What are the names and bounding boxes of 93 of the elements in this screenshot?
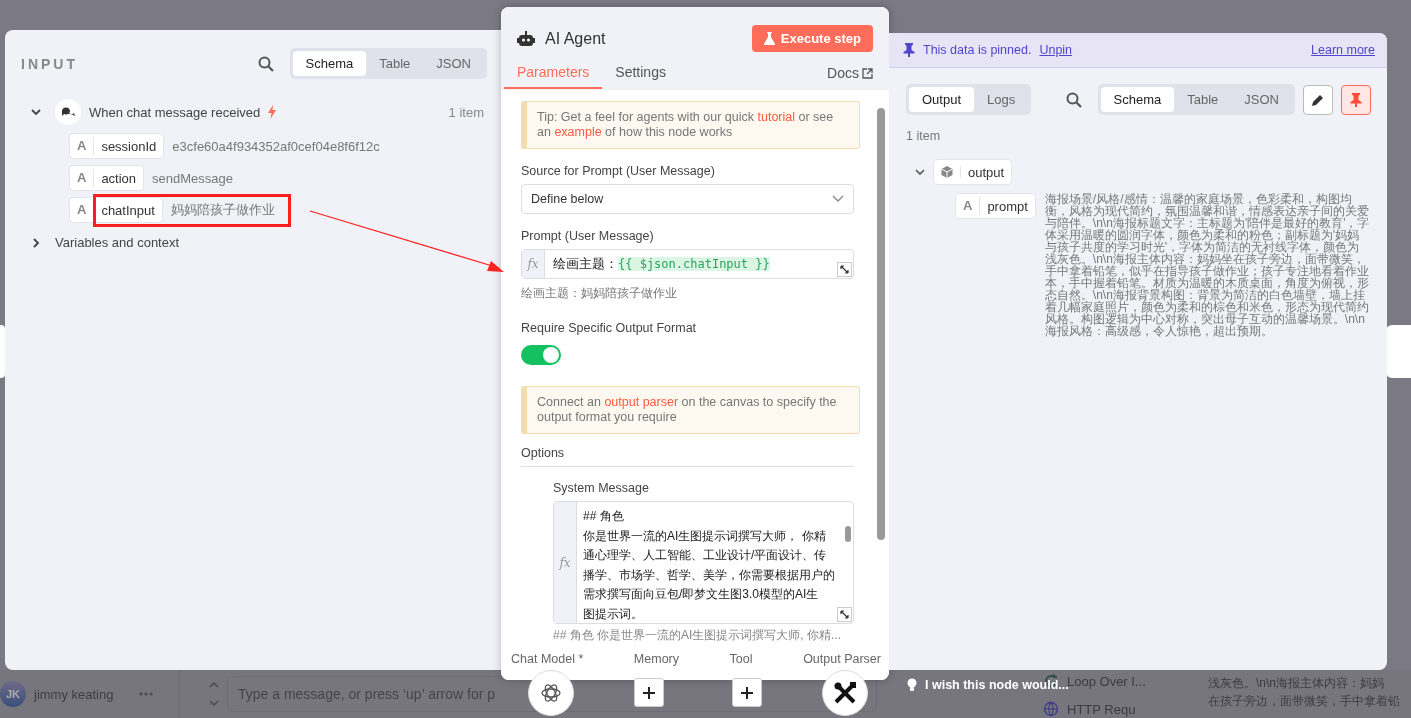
field-label: Require Specific Output Format bbox=[521, 321, 698, 335]
field-name: chatInput bbox=[100, 202, 156, 218]
lightbulb-icon bbox=[907, 678, 917, 692]
view-tab[interactable]: Table bbox=[366, 51, 424, 76]
scrollbar[interactable] bbox=[845, 526, 851, 542]
field-name: sessionId bbox=[100, 138, 158, 154]
tip-link[interactable]: example bbox=[554, 125, 602, 139]
pencil-icon bbox=[1311, 92, 1325, 107]
plus-icon bbox=[740, 685, 754, 700]
field-name: prompt bbox=[986, 198, 1029, 214]
trigger-name: When chat message received bbox=[89, 104, 261, 120]
message-line: ## 角色 bbox=[583, 508, 624, 525]
pinned-text: This data is pinned. bbox=[923, 43, 1032, 57]
message-line: 通心理学、人工智能、工业设计/平面设计、传 bbox=[583, 547, 827, 564]
notice-link[interactable]: output parser bbox=[604, 395, 679, 409]
plus-icon bbox=[642, 685, 656, 700]
field-value: 海报场景/风格/感情：温馨的家庭场景，色彩柔和，构图均衡，风格为现代简约，氛围温馨和谐，情感表达亲子间的关爱与陪伴。\n\n海报标题文字：主标题为'陪伴是最好的教育'，字体采用温暖的圆润字体，颜色为柔和的粉色；副标题为'妈妈与孩子共度的学习时光'，字体为简洁的无衬线字体，颜色为浅灰色。\n\n海报主体内容：妈妈坐在孩子旁边，面带微笑，手中拿着铅笔，似乎在指导孩子做作业；孩子专注地看着作业本，手中握着铅笔。材质为温暖的木质桌面，角度为俯视，形态自然。\n\n海报背景构图：背景为简洁的白色墙壁，墙上挂着几幅家庭照片，颜色为柔和的棕色和米色，形态为现代简约风格。构图逻辑为中心对称，突出母子互动的温馨场景。\n\n海报风格：高级感，令人惊艳，超出预期。 bbox=[1044, 193, 1371, 337]
add-button[interactable] bbox=[732, 678, 762, 707]
add-button[interactable] bbox=[634, 678, 664, 707]
source-dropdown[interactable]: Define below bbox=[521, 184, 854, 214]
external-link-icon bbox=[862, 67, 873, 79]
pin-icon bbox=[1350, 92, 1362, 107]
flask-icon bbox=[763, 32, 775, 45]
field-name: action bbox=[100, 170, 138, 186]
mode-tab[interactable]: Logs bbox=[974, 87, 1029, 112]
pin-icon bbox=[903, 43, 915, 57]
view-tab[interactable]: Schema bbox=[292, 51, 367, 76]
toggle-switch[interactable] bbox=[521, 345, 561, 365]
field-label: System Message bbox=[553, 481, 650, 495]
message-line: 你是世界一流的AI生图提示词撰写大师， 你精 bbox=[583, 527, 826, 545]
prompt-text: 绘画主题： bbox=[553, 256, 618, 271]
field-chip[interactable]: output bbox=[933, 159, 1013, 185]
view-tab[interactable]: JSON bbox=[1231, 87, 1292, 112]
tip-text: Tip: Get a feel for agents with our quick tutorial or see an example of how this node works bbox=[537, 110, 835, 140]
globe-icon bbox=[1043, 701, 1059, 717]
field-label: Source for Prompt (User Message) bbox=[521, 164, 716, 178]
connector-label: Chat Model * bbox=[511, 652, 584, 666]
field-chip[interactable]: A sessionId bbox=[69, 133, 165, 159]
chevron-icon[interactable] bbox=[31, 237, 41, 248]
field-chip[interactable]: A action bbox=[69, 165, 145, 191]
search-icon[interactable] bbox=[1065, 91, 1082, 108]
node-title: AI Agent bbox=[545, 29, 606, 48]
expand-icon[interactable] bbox=[837, 607, 852, 622]
learn-more-link[interactable]: Learn more bbox=[1311, 43, 1375, 57]
fx-label: fx bbox=[522, 250, 545, 278]
field-chip[interactable]: A prompt bbox=[955, 193, 1036, 219]
connector-label: Tool bbox=[729, 652, 753, 666]
bolt-icon bbox=[268, 105, 277, 119]
options-heading: Options bbox=[521, 446, 854, 467]
docs-link[interactable]: Docs bbox=[827, 65, 873, 89]
connector-label: Output Parser bbox=[803, 652, 881, 666]
knot-icon bbox=[540, 682, 562, 704]
feedback-link[interactable]: I wish this node would... bbox=[925, 678, 1069, 692]
scrollbar[interactable] bbox=[877, 108, 885, 540]
chevron-down-icon bbox=[832, 195, 844, 203]
tools-icon bbox=[833, 681, 857, 705]
prompt-field[interactable]: fx 绘画主题：{{ $json.chatInput }} bbox=[521, 249, 854, 279]
mode-tab[interactable]: Output bbox=[909, 87, 975, 112]
section-label[interactable]: Variables and context bbox=[55, 235, 180, 250]
view-tab[interactable]: JSON bbox=[423, 51, 484, 76]
robot-icon bbox=[517, 30, 535, 47]
tip-link[interactable]: tutorial bbox=[757, 110, 795, 124]
fx-label: fx bbox=[554, 502, 577, 623]
notice-text: Connect an output parser on the canvas to specify the output format you require bbox=[537, 395, 838, 425]
expand-icon[interactable] bbox=[837, 262, 852, 277]
system-message-field[interactable]: fx ## 角色 你是世界一流的AI生图提示词撰写大师， 你精 通心理学、人工智能、工业设计/平面设计、传 播学、市场学、哲学、美学，你需要根据用户的 需求撰写面向豆包/即梦文生图3.0模型的AI生 图提示词。 bbox=[553, 501, 854, 624]
expression-preview: ## 角色 你是世界一流的AI生图提示词撰写大师, 你精... bbox=[553, 627, 843, 644]
unpin-link[interactable]: Unpin bbox=[1039, 43, 1073, 57]
view-tab[interactable]: Schema bbox=[1100, 87, 1175, 112]
expression-preview: 绘画主题：妈妈陪孩子做作业 bbox=[521, 285, 678, 302]
connector-label: Memory bbox=[633, 652, 679, 666]
message-line: 播学、市场学、哲学、美学，你需要根据用户的 bbox=[583, 566, 835, 584]
view-tab[interactable]: Table bbox=[1174, 87, 1232, 112]
chevron-icon[interactable] bbox=[915, 167, 925, 177]
field-value: 妈妈陪孩子做作业 bbox=[170, 201, 275, 219]
field-value: e3cfe60a4f934352af0cef04e8f6f12c bbox=[172, 138, 380, 154]
message-line: 图提示词。 bbox=[583, 605, 643, 623]
field-value: sendMessage bbox=[152, 170, 234, 186]
field-chip[interactable]: A chatInput bbox=[69, 197, 163, 223]
field-name: output bbox=[967, 164, 1006, 180]
chevron-icon[interactable] bbox=[31, 107, 41, 117]
expression-text: {{ $json.chatInput }} bbox=[618, 257, 770, 271]
field-label: Prompt (User Message) bbox=[521, 229, 655, 243]
panel-title: INPUT bbox=[21, 55, 78, 72]
item-count: 1 item bbox=[905, 128, 942, 143]
search-icon[interactable] bbox=[257, 55, 274, 72]
user-name: jimmy keating bbox=[34, 686, 114, 702]
edit-button[interactable] bbox=[1303, 84, 1333, 115]
panel-tab[interactable]: Settings bbox=[602, 60, 679, 89]
item-count: 1 item bbox=[448, 104, 485, 120]
pin-button[interactable] bbox=[1341, 84, 1371, 115]
message-line: 需求撰写面向豆包/即梦文生图3.0模型的AI生 bbox=[583, 586, 819, 603]
chat-icon bbox=[55, 99, 81, 125]
